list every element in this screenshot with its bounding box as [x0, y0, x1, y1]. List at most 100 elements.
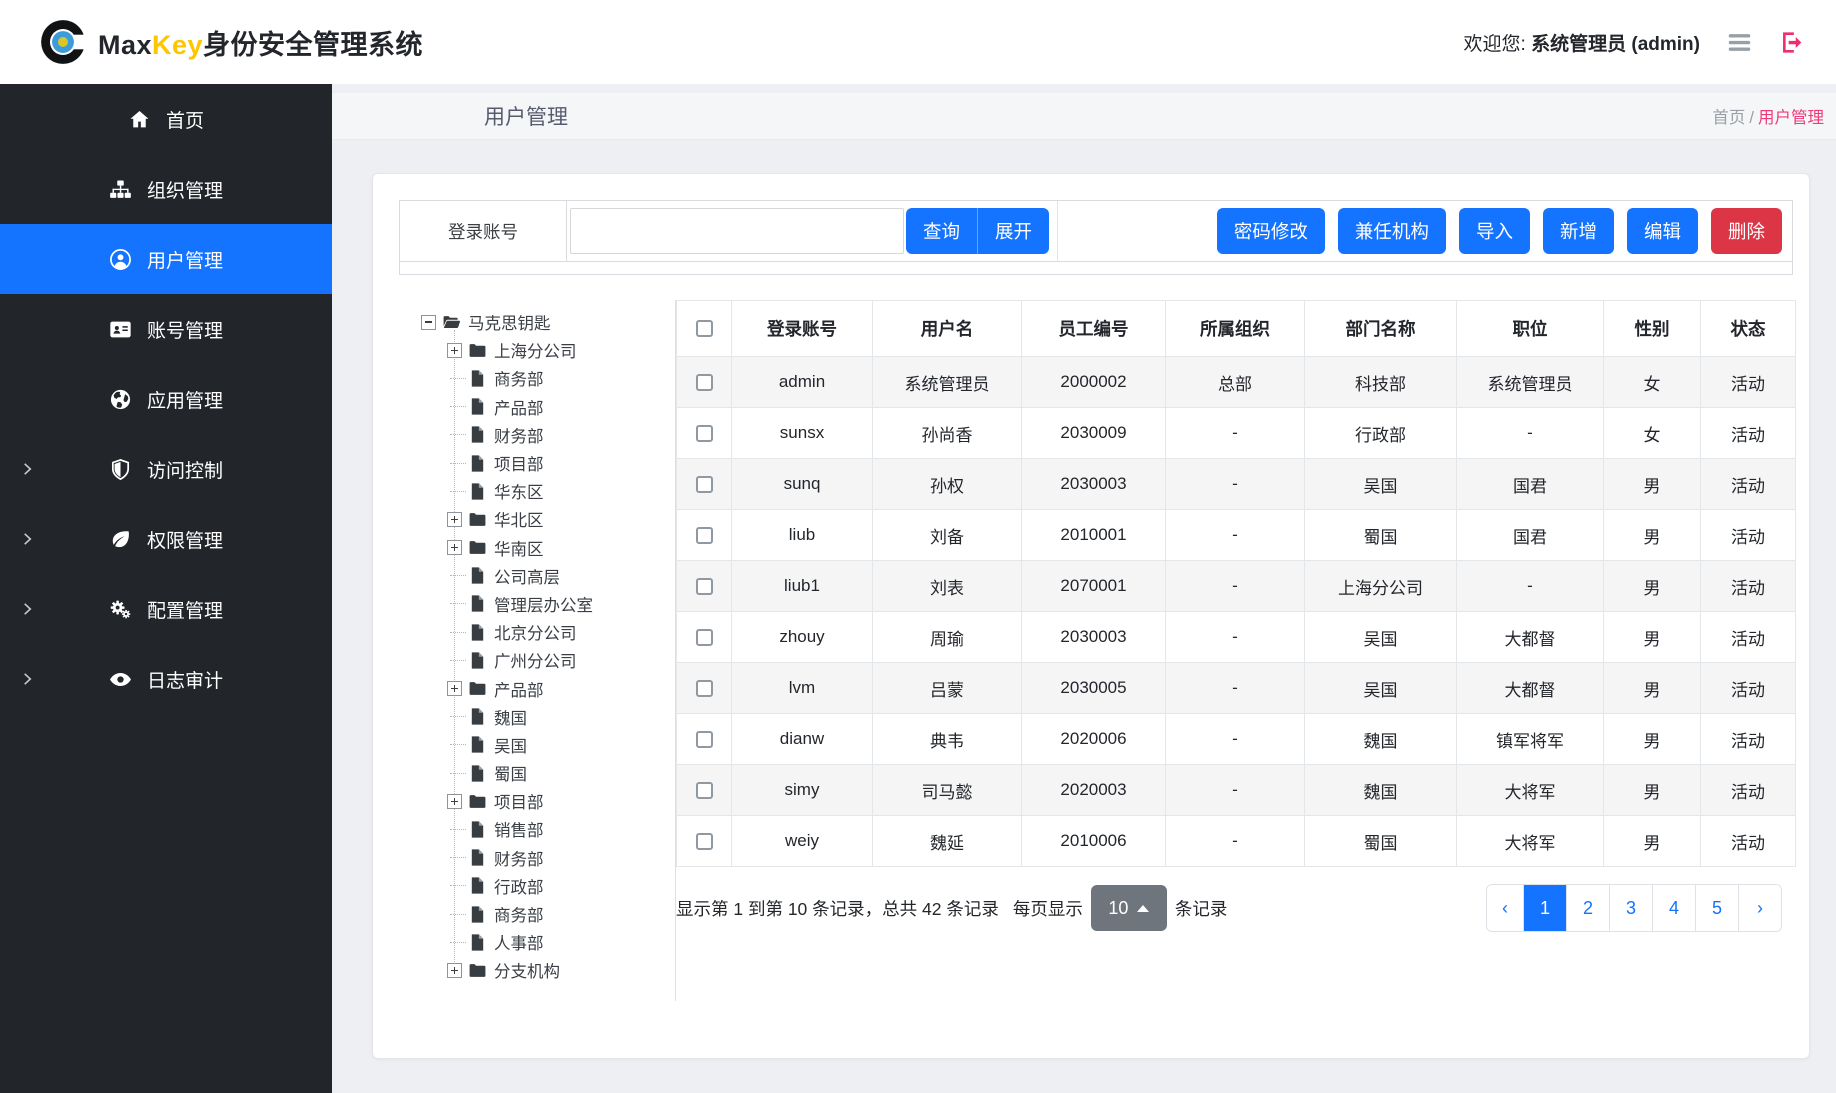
- caret-up-icon: [1137, 905, 1149, 912]
- tree-node[interactable]: 产品部: [421, 393, 675, 421]
- tree-node[interactable]: 商务部: [421, 364, 675, 392]
- sidebar-item-users[interactable]: 用户管理: [0, 224, 332, 294]
- expand-icon[interactable]: [447, 794, 462, 809]
- table-cell: 活动: [1701, 510, 1796, 561]
- menu-toggle-icon[interactable]: [1726, 29, 1753, 56]
- row-checkbox[interactable]: [696, 476, 713, 493]
- login-account-input[interactable]: [570, 208, 904, 254]
- file-icon: [468, 566, 487, 585]
- tree-node[interactable]: 魏国: [421, 703, 675, 731]
- page-size-select[interactable]: 10: [1091, 885, 1167, 931]
- concurrent-org-button[interactable]: 兼任机构: [1338, 208, 1446, 254]
- tree-node[interactable]: 财务部: [421, 844, 675, 872]
- expand-icon[interactable]: [447, 963, 462, 978]
- content-card: 登录账号 查询 展开 密码修改兼任机构导入新增编辑删除 马克思钥匙上海分公司商务…: [372, 173, 1810, 1059]
- row-checkbox[interactable]: [696, 578, 713, 595]
- tree-node[interactable]: 吴国: [421, 731, 675, 759]
- folder-icon: [468, 792, 487, 811]
- tree-node-label: 上海分公司: [494, 338, 577, 362]
- tree-node[interactable]: 人事部: [421, 928, 675, 956]
- row-checkbox-cell: [677, 816, 732, 867]
- change-password-button[interactable]: 密码修改: [1217, 208, 1325, 254]
- tree-node[interactable]: 项目部: [421, 787, 675, 815]
- table-row: simy司马懿2020003-魏国大将军男活动: [677, 765, 1796, 816]
- page-button-3[interactable]: 3: [1609, 885, 1652, 931]
- import-button[interactable]: 导入: [1459, 208, 1530, 254]
- row-checkbox[interactable]: [696, 782, 713, 799]
- tree-branch-line: [450, 603, 466, 604]
- table-cell: 大都督: [1457, 663, 1604, 714]
- tree-node[interactable]: 华北区: [421, 505, 675, 533]
- tree-node-label: 华南区: [494, 536, 544, 560]
- tree-node[interactable]: 蜀国: [421, 759, 675, 787]
- sidebar-item-applications[interactable]: 应用管理: [0, 364, 332, 434]
- select-all-checkbox[interactable]: [696, 320, 713, 337]
- tree-node[interactable]: 财务部: [421, 421, 675, 449]
- expand-icon[interactable]: [447, 343, 462, 358]
- tree-node-label: 北京分公司: [494, 620, 577, 644]
- tree-node[interactable]: 产品部: [421, 674, 675, 702]
- table-cell: liub: [732, 510, 873, 561]
- edit-button[interactable]: 编辑: [1627, 208, 1698, 254]
- eye-icon: [109, 668, 132, 691]
- tree-node[interactable]: 公司高层: [421, 562, 675, 590]
- row-checkbox[interactable]: [696, 527, 713, 544]
- row-checkbox[interactable]: [696, 731, 713, 748]
- query-button[interactable]: 查询: [906, 208, 977, 254]
- column-header: 所属组织: [1166, 301, 1305, 357]
- tree-node[interactable]: 华南区: [421, 534, 675, 562]
- logout-icon[interactable]: [1779, 29, 1806, 56]
- row-checkbox[interactable]: [696, 629, 713, 646]
- table-cell: 司马懿: [873, 765, 1022, 816]
- table-cell: 活动: [1701, 714, 1796, 765]
- row-checkbox[interactable]: [696, 680, 713, 697]
- tree-node[interactable]: 马克思钥匙: [421, 308, 675, 336]
- tree-node[interactable]: 行政部: [421, 872, 675, 900]
- prev-page-button[interactable]: ‹: [1487, 885, 1523, 931]
- table-cell: 活动: [1701, 408, 1796, 459]
- delete-button[interactable]: 删除: [1711, 208, 1782, 254]
- sidebar-item-access-control[interactable]: 访问控制: [0, 434, 332, 504]
- table-cell: 大将军: [1457, 816, 1604, 867]
- tree-node[interactable]: 分支机构: [421, 956, 675, 984]
- collapse-icon[interactable]: [421, 315, 436, 330]
- tree-node[interactable]: 广州分公司: [421, 646, 675, 674]
- add-button[interactable]: 新增: [1543, 208, 1614, 254]
- expand-button[interactable]: 展开: [977, 208, 1049, 254]
- tree-node[interactable]: 商务部: [421, 900, 675, 928]
- page-button-5[interactable]: 5: [1695, 885, 1738, 931]
- breadcrumb-home[interactable]: 首页: [1712, 109, 1745, 127]
- brand[interactable]: MaxKey身份安全管理系统: [0, 17, 423, 67]
- tree-node[interactable]: 华东区: [421, 477, 675, 505]
- tree-node[interactable]: 北京分公司: [421, 618, 675, 646]
- pagination-summary-area: 显示第 1 到第 10 条记录，总共 42 条记录 每页显示 10 条记录: [676, 885, 1227, 931]
- table-cell: 2010001: [1022, 510, 1166, 561]
- next-page-button[interactable]: ›: [1738, 885, 1781, 931]
- expand-icon[interactable]: [447, 681, 462, 696]
- sidebar-item-configuration[interactable]: 配置管理: [0, 574, 332, 644]
- tree-node[interactable]: 项目部: [421, 449, 675, 477]
- page-button-1[interactable]: 1: [1523, 885, 1566, 931]
- sidebar-item-audit-log[interactable]: 日志审计: [0, 644, 332, 714]
- expand-icon[interactable]: [447, 540, 462, 555]
- row-checkbox[interactable]: [696, 374, 713, 391]
- tree-node[interactable]: 销售部: [421, 815, 675, 843]
- sidebar-item-permissions[interactable]: 权限管理: [0, 504, 332, 574]
- sidebar-item-organization[interactable]: 组织管理: [0, 154, 332, 224]
- row-checkbox[interactable]: [696, 425, 713, 442]
- row-checkbox-cell: [677, 408, 732, 459]
- table-cell: 男: [1604, 459, 1701, 510]
- page-button-2[interactable]: 2: [1566, 885, 1609, 931]
- sidebar-item-accounts[interactable]: 账号管理: [0, 294, 332, 364]
- tree-node[interactable]: 管理层办公室: [421, 590, 675, 618]
- expand-icon[interactable]: [447, 512, 462, 527]
- tree-node[interactable]: 上海分公司: [421, 336, 675, 364]
- table-cell: 蜀国: [1305, 816, 1457, 867]
- table-cell: -: [1166, 561, 1305, 612]
- column-header: 部门名称: [1305, 301, 1457, 357]
- row-checkbox[interactable]: [696, 833, 713, 850]
- page-button-4[interactable]: 4: [1652, 885, 1695, 931]
- table-cell: 孙尚香: [873, 408, 1022, 459]
- table-row: zhouy周瑜2030003-吴国大都督男活动: [677, 612, 1796, 663]
- sidebar-item-home[interactable]: 首页: [0, 84, 332, 154]
